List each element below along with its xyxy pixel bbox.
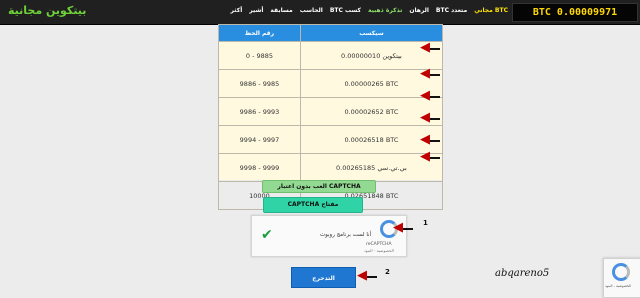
nav-item[interactable]: BTC كسب [330, 7, 361, 14]
nav-item[interactable]: مجاني BTC [474, 7, 508, 14]
arrow-pointer-icon: ◀ [420, 40, 440, 55]
arrow-pointer-icon: ◀ [393, 220, 413, 235]
solve-captcha-button[interactable]: CAPTCHA مفتاح [263, 197, 363, 213]
table-row: 0 - 9885 بيتكوين 0.00000010 [218, 41, 444, 70]
payout-table-card: رقم الحظ سيكسب 0 - 9885 بيتكوين 0.0000001… [218, 24, 444, 210]
nav-item[interactable]: الحاسب [300, 7, 323, 14]
table-row: 9994 - 9997 0.00026518 BTC [218, 125, 444, 154]
nav-item[interactable]: تذكرة ذهبية [368, 7, 402, 14]
arrow-pointer-icon: ◀ [420, 66, 440, 81]
lucky-number-range: 9994 - 9997 [218, 125, 301, 154]
step-2-label: 2 [385, 268, 390, 276]
lucky-number-range: 0 - 9885 [218, 41, 301, 70]
site-brand[interactable]: بيتكوين مجانية [8, 4, 86, 17]
step-1-label: 1 [423, 219, 428, 227]
nav-item[interactable]: أشير [249, 7, 263, 14]
play-without-captcha-button[interactable]: العب بدون اعتبار CAPTCHA [262, 180, 376, 193]
watermark: abqareno5 [495, 268, 550, 279]
column-header-prize: سيكسب [299, 24, 444, 42]
arrow-pointer-icon: ◀ [420, 88, 440, 103]
badge-terms: الخصوصية - البنود [605, 284, 632, 288]
table-row: 9998 - 9999 بي.تي.سي 0.00265185 [218, 153, 444, 182]
balance-display: BTC 0.00009971 [512, 3, 638, 22]
captcha-label: أنا لست برنامج روبوت [320, 232, 372, 238]
nav-item[interactable]: مسابقة [270, 7, 292, 14]
lucky-number-range: 9998 - 9999 [218, 153, 301, 182]
recaptcha-badge[interactable]: الخصوصية - البنود [603, 258, 640, 298]
arrow-pointer-icon: ◀ [420, 110, 440, 125]
lucky-number-range: 9986 - 9993 [218, 97, 301, 126]
table-row: 9886 - 9985 0.00000265 BTC [218, 69, 444, 98]
nav-item[interactable]: BTC متعدد [436, 7, 467, 14]
main-nav: مجاني BTC BTC متعدد الرهان تذكرة ذهبية BTC ك… [231, 7, 508, 14]
nav-item[interactable]: أكثر [231, 7, 243, 14]
nav-item[interactable]: الرهان [409, 7, 429, 14]
recaptcha-brand: reCAPTCHA [366, 242, 392, 247]
recaptcha-logo-icon [612, 263, 630, 281]
recaptcha-terms[interactable]: الخصوصية - البنود [364, 248, 394, 253]
lucky-number-range: 9886 - 9985 [218, 69, 301, 98]
roll-button[interactable]: التدحرج [291, 267, 356, 288]
checkmark-icon[interactable]: ✔ [261, 227, 273, 243]
top-bar: بيتكوين مجانية مجاني BTC BTC متعدد الرهان ت… [0, 0, 640, 25]
arrow-pointer-icon: ◀ [420, 149, 440, 164]
column-header-range: رقم الحظ [218, 24, 301, 42]
arrow-pointer-icon: ◀ [357, 268, 377, 283]
table-row: 9986 - 9993 0.00002652 BTC [218, 97, 444, 126]
arrow-pointer-icon: ◀ [420, 132, 440, 147]
recaptcha-widget[interactable]: ✔ أنا لست برنامج روبوت reCAPTCHA الخصوصي… [251, 215, 407, 257]
